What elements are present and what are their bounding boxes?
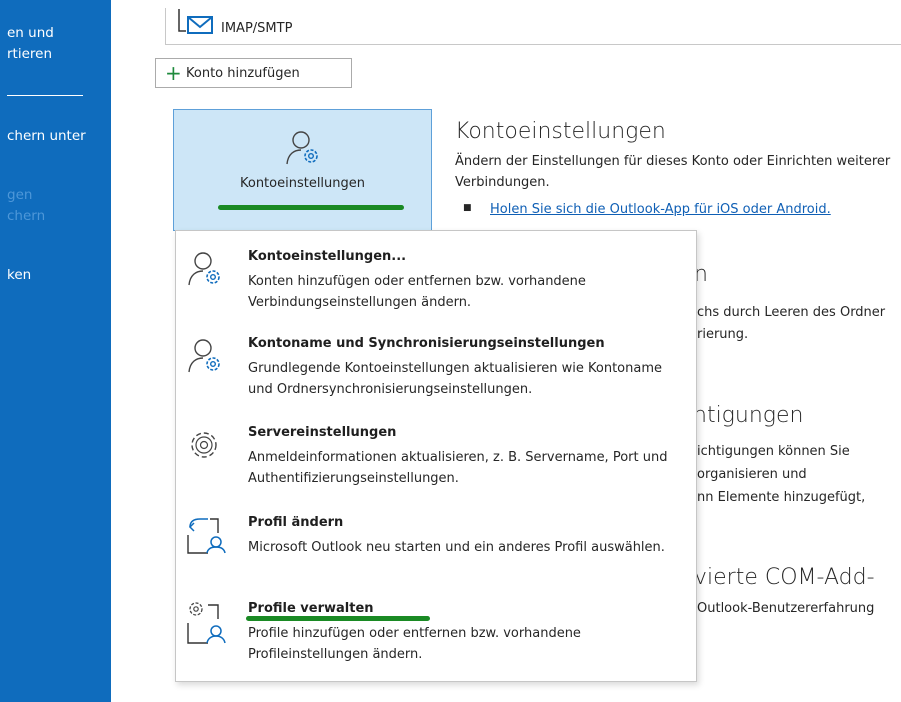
bg-text: rierung. <box>697 327 749 342</box>
add-account-label: Konto hinzufügen <box>186 66 300 81</box>
backstage-sidebar: en und rtieren chern unter gen chern ken <box>0 0 111 702</box>
section-title: Kontoeinstellungen <box>455 119 666 144</box>
bg-text: ichtigungen können Sie <box>697 444 850 459</box>
menu-item-title: Kontoname und Synchronisierungseinstellu… <box>248 336 605 351</box>
outlook-app-link[interactable]: Holen Sie sich die Outlook-App für iOS o… <box>490 202 831 217</box>
mail-icon <box>176 9 220 41</box>
bg-text: organisieren und <box>697 467 807 482</box>
change-profile-icon <box>186 515 234 561</box>
highlight-underline <box>218 205 404 210</box>
bg-text: chs durch Leeren des Ordner <box>697 305 886 320</box>
menu-item-server-settings[interactable]: Servereinstellungen Anmeldeinformationen… <box>176 425 696 511</box>
sidebar-item-save-attachments-1[interactable]: gen <box>7 185 32 205</box>
menu-item-description: Anmeldeinformationen aktualisieren, z. B… <box>248 450 668 486</box>
bg-section-title-4: vierte COM-Add- <box>694 565 875 590</box>
bg-text: nn Elemente hinzugefügt, <box>697 490 866 505</box>
menu-item-title: Profil ändern <box>248 515 344 530</box>
account-settings-tile[interactable]: Kontoeinstellungen <box>173 109 432 231</box>
menu-item-title: Servereinstellungen <box>248 425 397 440</box>
account-settings-icon <box>284 128 324 172</box>
manage-profiles-icon <box>186 601 234 651</box>
menu-item-description: Konten hinzufügen oder entfernen bzw. vo… <box>248 274 586 310</box>
add-account-button[interactable]: + Konto hinzufügen <box>155 58 352 88</box>
menu-item-title: Kontoeinstellungen... <box>248 249 407 264</box>
menu-item-manage-profiles[interactable]: Profile verwalten Profile hinzufügen ode… <box>176 601 696 687</box>
sidebar-item-open-export-2[interactable]: rtieren <box>7 44 52 64</box>
bullet-icon: ■ <box>463 203 472 213</box>
bg-section-title-3: htigungen <box>693 403 804 428</box>
account-settings-dropdown: Kontoeinstellungen... Konten hinzufügen … <box>175 230 697 682</box>
sidebar-separator <box>7 95 83 96</box>
menu-item-change-profile[interactable]: Profil ändern Microsoft Outlook neu star… <box>176 515 696 601</box>
account-selector[interactable]: IMAP/SMTP <box>165 8 901 45</box>
menu-item-description: Profile hinzufügen oder entfernen bzw. v… <box>248 626 581 662</box>
sidebar-item-print[interactable]: ken <box>7 265 31 285</box>
bg-text: Outlook-Benutzererfahrung <box>697 601 875 616</box>
sidebar-item-save-attachments-2[interactable]: chern <box>7 206 45 226</box>
highlight-underline <box>246 616 430 621</box>
menu-item-account-name-sync[interactable]: Kontoname und Synchronisierungseinstellu… <box>176 336 696 422</box>
menu-item-account-settings[interactable]: Kontoeinstellungen... Konten hinzufügen … <box>176 249 696 335</box>
sidebar-item-open-export-1[interactable]: en und <box>7 23 54 43</box>
account-settings-icon <box>186 249 226 293</box>
account-settings-icon <box>186 336 226 380</box>
section-description: Ändern der Einstellungen für dieses Kont… <box>455 154 891 190</box>
menu-item-title: Profile verwalten <box>248 601 374 616</box>
account-type-label: IMAP/SMTP <box>221 21 293 36</box>
menu-item-description: Microsoft Outlook neu starten und ein an… <box>248 540 665 555</box>
plus-icon: + <box>165 61 182 85</box>
menu-item-description: Grundlegende Kontoeinstellungen aktualis… <box>248 361 662 397</box>
server-gear-icon <box>186 425 226 469</box>
sidebar-item-save-as[interactable]: chern unter <box>7 126 86 146</box>
tile-label: Kontoeinstellungen <box>239 176 366 191</box>
